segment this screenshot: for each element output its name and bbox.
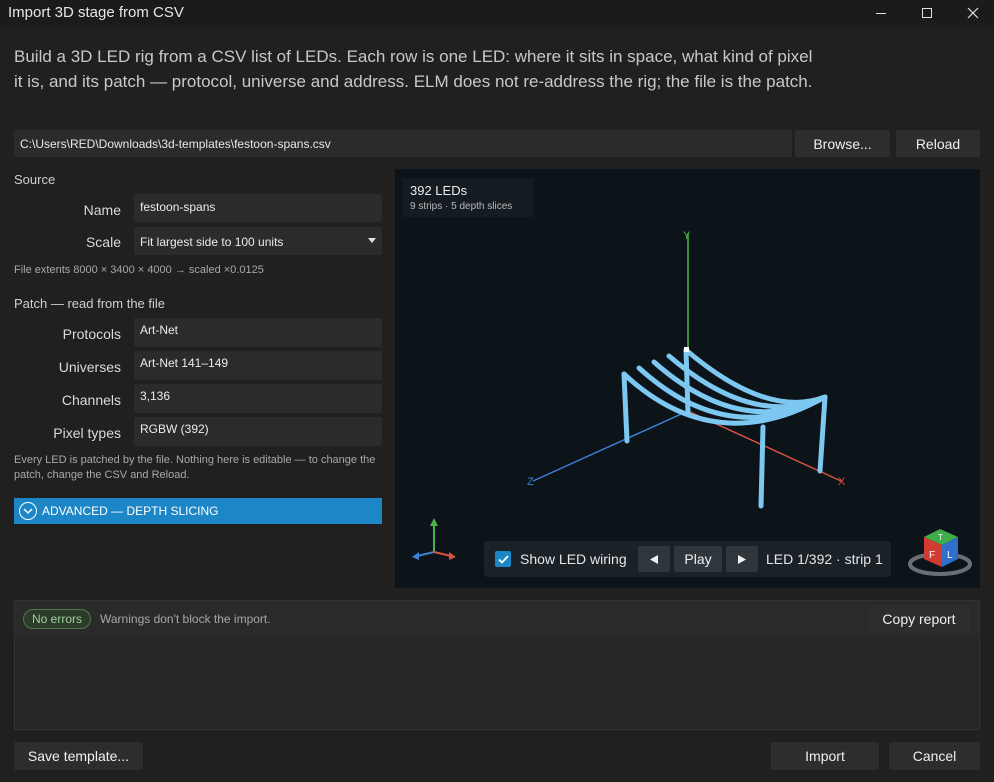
triangle-left-icon bbox=[650, 554, 658, 564]
protocols-label: Protocols bbox=[62, 326, 121, 342]
led-strip bbox=[621, 371, 630, 444]
play-button[interactable]: Play bbox=[674, 546, 722, 572]
minimize-icon bbox=[876, 13, 886, 14]
viewport-info-box: 392 LEDs 9 strips · 5 depth slices bbox=[402, 178, 534, 217]
source-heading: Source bbox=[14, 172, 56, 187]
led-strip bbox=[683, 347, 691, 416]
z-axis-label: Z bbox=[527, 476, 534, 488]
status-text: Warnings don't block the import. bbox=[100, 612, 271, 626]
minimize-button[interactable] bbox=[858, 0, 904, 26]
universes-label: Universes bbox=[58, 359, 121, 375]
status-badge: No errors bbox=[23, 609, 92, 629]
cube-face-left-label: L bbox=[947, 550, 953, 561]
expand-chevron-icon bbox=[19, 502, 37, 520]
close-button[interactable] bbox=[950, 0, 994, 26]
scene-canvas: Y Z X F L T bbox=[412, 230, 972, 576]
cube-face-front-label: F bbox=[929, 550, 935, 561]
channels-label: Channels bbox=[61, 392, 121, 408]
show-wiring-label[interactable]: Show LED wiring bbox=[520, 551, 627, 567]
name-field[interactable]: festoon-spans bbox=[134, 194, 382, 222]
import-button[interactable]: Import bbox=[771, 742, 879, 770]
led-1-marker bbox=[684, 347, 689, 352]
patch-heading: Patch — read from the file bbox=[14, 296, 166, 311]
scale-value: Fit largest side to 100 units bbox=[140, 235, 284, 249]
chevron-down-icon bbox=[368, 238, 376, 243]
browse-button[interactable]: Browse... bbox=[795, 130, 890, 157]
patch-note: Every LED is patched by the file. Nothin… bbox=[14, 454, 376, 481]
maximize-button[interactable] bbox=[904, 0, 950, 26]
csv-path-field[interactable]: C:\Users\RED\Downloads\3d-templates\fest… bbox=[14, 130, 792, 157]
checkmark-icon bbox=[497, 554, 509, 564]
view-cube-icon[interactable]: F L T bbox=[908, 529, 972, 576]
name-label: Name bbox=[83, 202, 121, 218]
prev-led-button[interactable] bbox=[638, 546, 670, 572]
intro-text: Build a 3D LED rig from a CSV list of LE… bbox=[14, 47, 813, 91]
3d-viewport[interactable]: Y Z X F L T bbox=[395, 169, 980, 588]
window-title: Import 3D stage from CSV bbox=[8, 4, 184, 21]
scale-label: Scale bbox=[85, 234, 121, 250]
scale-select[interactable]: Fit largest side to 100 units bbox=[134, 227, 382, 255]
title-bar: Import 3D stage from CSV bbox=[0, 0, 994, 27]
strip-details: 9 strips · 5 depth slices bbox=[410, 201, 513, 212]
reload-button[interactable]: Reload bbox=[896, 130, 980, 157]
show-wiring-checkbox[interactable] bbox=[495, 551, 511, 567]
led-count: 392 LEDs bbox=[410, 183, 468, 198]
led-strip bbox=[683, 347, 828, 405]
y-axis-label: Y bbox=[683, 230, 691, 242]
advanced-depth-slicing-expander[interactable]: ADVANCED — DEPTH SLICING bbox=[14, 498, 382, 524]
triangle-right-icon bbox=[738, 554, 746, 564]
advanced-label: ADVANCED — DEPTH SLICING bbox=[42, 504, 219, 518]
channels-field: 3,136 bbox=[134, 384, 382, 413]
led-strip bbox=[817, 394, 828, 474]
protocols-field: Art-Net bbox=[134, 318, 382, 347]
pixel-types-label: Pixel types bbox=[53, 425, 121, 441]
led-status-text: LED 1/392 · strip 1 bbox=[766, 551, 883, 567]
close-icon bbox=[967, 7, 979, 19]
copy-report-button[interactable]: Copy report bbox=[868, 606, 970, 632]
cube-face-top-label: T bbox=[938, 533, 943, 542]
x-axis-label: X bbox=[838, 476, 846, 488]
led-strip bbox=[758, 424, 766, 509]
axis-gizmo-icon bbox=[412, 518, 456, 560]
cancel-button[interactable]: Cancel bbox=[889, 742, 980, 770]
pixel-types-field: RGBW (392) bbox=[134, 417, 382, 446]
led-strip bbox=[666, 353, 828, 410]
next-led-button[interactable] bbox=[726, 546, 758, 572]
z-axis-line bbox=[532, 410, 689, 482]
maximize-icon bbox=[922, 8, 932, 18]
universes-field: Art-Net 141–149 bbox=[134, 351, 382, 380]
save-template-button[interactable]: Save template... bbox=[14, 742, 143, 770]
file-extents: File extents 8000 × 3400 × 4000 → scaled… bbox=[14, 264, 264, 276]
